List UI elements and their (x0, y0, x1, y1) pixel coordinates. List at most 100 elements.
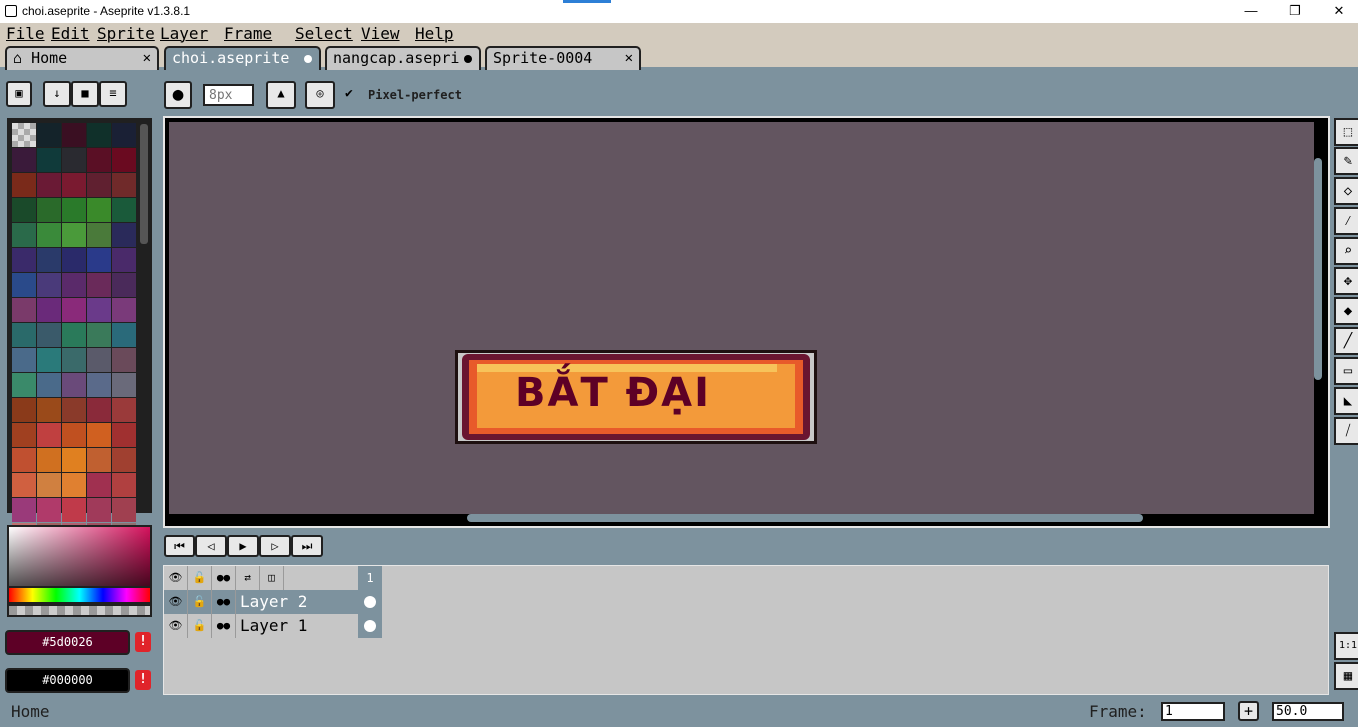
palette-swatch[interactable] (87, 273, 111, 297)
eyedropper-tool-icon[interactable]: ⁄ (1334, 207, 1358, 235)
lock-icon[interactable]: 🔓 (188, 566, 212, 590)
unsaved-dot-icon[interactable] (464, 55, 472, 63)
minimize-button[interactable]: — (1228, 0, 1274, 23)
palette-swatch[interactable] (62, 373, 86, 397)
palette-swatch[interactable] (37, 323, 61, 347)
palette-swatch[interactable] (62, 498, 86, 522)
tab-nangcap[interactable]: nangcap.asepri (325, 46, 481, 70)
palette-swatch[interactable] (62, 173, 86, 197)
foreground-color-button[interactable]: #5d0026 (5, 630, 130, 655)
palette-swatch[interactable] (37, 148, 61, 172)
palette-swatch[interactable] (62, 298, 86, 322)
pixel-perfect-checkbox[interactable]: ✔ (345, 86, 353, 101)
palette-swatch[interactable] (37, 198, 61, 222)
canvas[interactable]: BẮT ĐẠI (169, 122, 1314, 514)
cel[interactable] (358, 614, 382, 638)
palette-swatch[interactable] (37, 223, 61, 247)
palette-swatch[interactable] (112, 473, 136, 497)
palette-swatch[interactable] (87, 423, 111, 447)
palette-swatch[interactable] (112, 323, 136, 347)
continuous-icon[interactable]: ●● (212, 566, 236, 590)
close-tab-icon[interactable]: ✕ (625, 48, 633, 68)
palette-swatch[interactable] (112, 373, 136, 397)
palette-swatch[interactable] (12, 123, 36, 147)
move-tool-icon[interactable]: ✥ (1334, 267, 1358, 295)
palette-swatch[interactable] (87, 148, 111, 172)
blur-tool-icon[interactable]: ⧸ (1334, 417, 1358, 445)
palette-swatch[interactable] (87, 373, 111, 397)
vertical-scrollbar[interactable] (1314, 158, 1322, 380)
tab-sprite-0004[interactable]: Sprite-0004 ✕ (485, 46, 641, 70)
menu-select[interactable]: Select (295, 24, 353, 43)
menu-edit[interactable]: Edit (51, 24, 90, 43)
palette-swatch[interactable] (12, 448, 36, 472)
lock-icon[interactable]: 🔓 (188, 614, 212, 638)
alpha-slider[interactable] (7, 604, 152, 617)
zoom-input[interactable] (1272, 702, 1344, 721)
ink-button[interactable]: ▲ (266, 81, 296, 109)
eye-icon[interactable]: 👁 (164, 590, 188, 614)
palette-swatch[interactable] (112, 448, 136, 472)
palette-swatch[interactable] (37, 123, 61, 147)
palette-swatch[interactable] (87, 473, 111, 497)
palette-swatch[interactable] (12, 273, 36, 297)
palette-swatch[interactable] (62, 398, 86, 422)
menu-view[interactable]: View (361, 24, 400, 43)
contour-tool-icon[interactable]: ◣ (1334, 387, 1358, 415)
warning-icon[interactable]: ! (135, 632, 151, 652)
palette-options-button[interactable]: ≡ (99, 81, 127, 107)
unsaved-dot-icon[interactable] (304, 55, 312, 63)
palette-swatch[interactable] (12, 173, 36, 197)
line-tool-icon[interactable]: ╱ (1334, 327, 1358, 355)
palette-swatch[interactable] (112, 123, 136, 147)
lock-icon[interactable]: 🔓 (188, 590, 212, 614)
palette-swatch[interactable] (87, 223, 111, 247)
close-window-button[interactable]: ✕ (1316, 0, 1358, 23)
marquee-tool-icon[interactable]: ⬚ (1334, 118, 1358, 146)
palette-sort-button[interactable]: ↓ (43, 81, 71, 107)
palette-swatch[interactable] (62, 473, 86, 497)
palette-swatch[interactable] (62, 223, 86, 247)
continuous-icon[interactable]: ●● (212, 614, 236, 638)
horizontal-scrollbar[interactable] (467, 514, 1143, 522)
hue-slider[interactable] (7, 586, 152, 604)
palette-swatch[interactable] (62, 423, 86, 447)
tab-choi[interactable]: choi.aseprite (164, 46, 321, 70)
layer-name[interactable]: Layer 1 (236, 614, 356, 638)
palette-swatch[interactable] (37, 273, 61, 297)
palette-swatch[interactable] (12, 423, 36, 447)
palette-swatch[interactable] (37, 248, 61, 272)
palette-swatch[interactable] (87, 398, 111, 422)
next-frame-button[interactable]: ▷ (259, 535, 291, 557)
palette-swatch[interactable] (12, 398, 36, 422)
palette-swatch[interactable] (12, 223, 36, 247)
palette-swatch[interactable] (62, 248, 86, 272)
cel[interactable] (358, 590, 382, 614)
palette-swatch[interactable] (112, 498, 136, 522)
palette-swatch[interactable] (62, 348, 86, 372)
palette-swatch[interactable] (87, 298, 111, 322)
palette-swatch[interactable] (112, 398, 136, 422)
fill-tool-icon[interactable]: ◆ (1334, 297, 1358, 325)
zoom-1to1-button[interactable]: 1:1 (1334, 632, 1358, 660)
warning-icon[interactable]: ! (135, 670, 151, 690)
pencil-tool-icon[interactable]: ✎ (1334, 147, 1358, 175)
onion-skin-icon[interactable]: ◫ (260, 566, 284, 590)
palette-swatch[interactable] (62, 123, 86, 147)
palette-swatch[interactable] (37, 498, 61, 522)
palette-swatch[interactable] (12, 248, 36, 272)
palette-swatch[interactable] (37, 398, 61, 422)
continuous-icon[interactable]: ●● (212, 590, 236, 614)
palette-swatch[interactable] (112, 298, 136, 322)
palette-swatch[interactable] (87, 248, 111, 272)
palette-swatch[interactable] (87, 348, 111, 372)
play-button[interactable]: ▶ (227, 535, 259, 557)
palette-swatch[interactable] (37, 348, 61, 372)
last-frame-button[interactable]: ⏭ (291, 535, 323, 557)
opacity-button[interactable]: ◎ (305, 81, 335, 109)
menu-layer[interactable]: Layer (160, 24, 208, 43)
palette-swatch[interactable] (87, 448, 111, 472)
palette-swatch[interactable] (37, 423, 61, 447)
palette-swatch[interactable] (87, 498, 111, 522)
palette-swatch[interactable] (12, 473, 36, 497)
